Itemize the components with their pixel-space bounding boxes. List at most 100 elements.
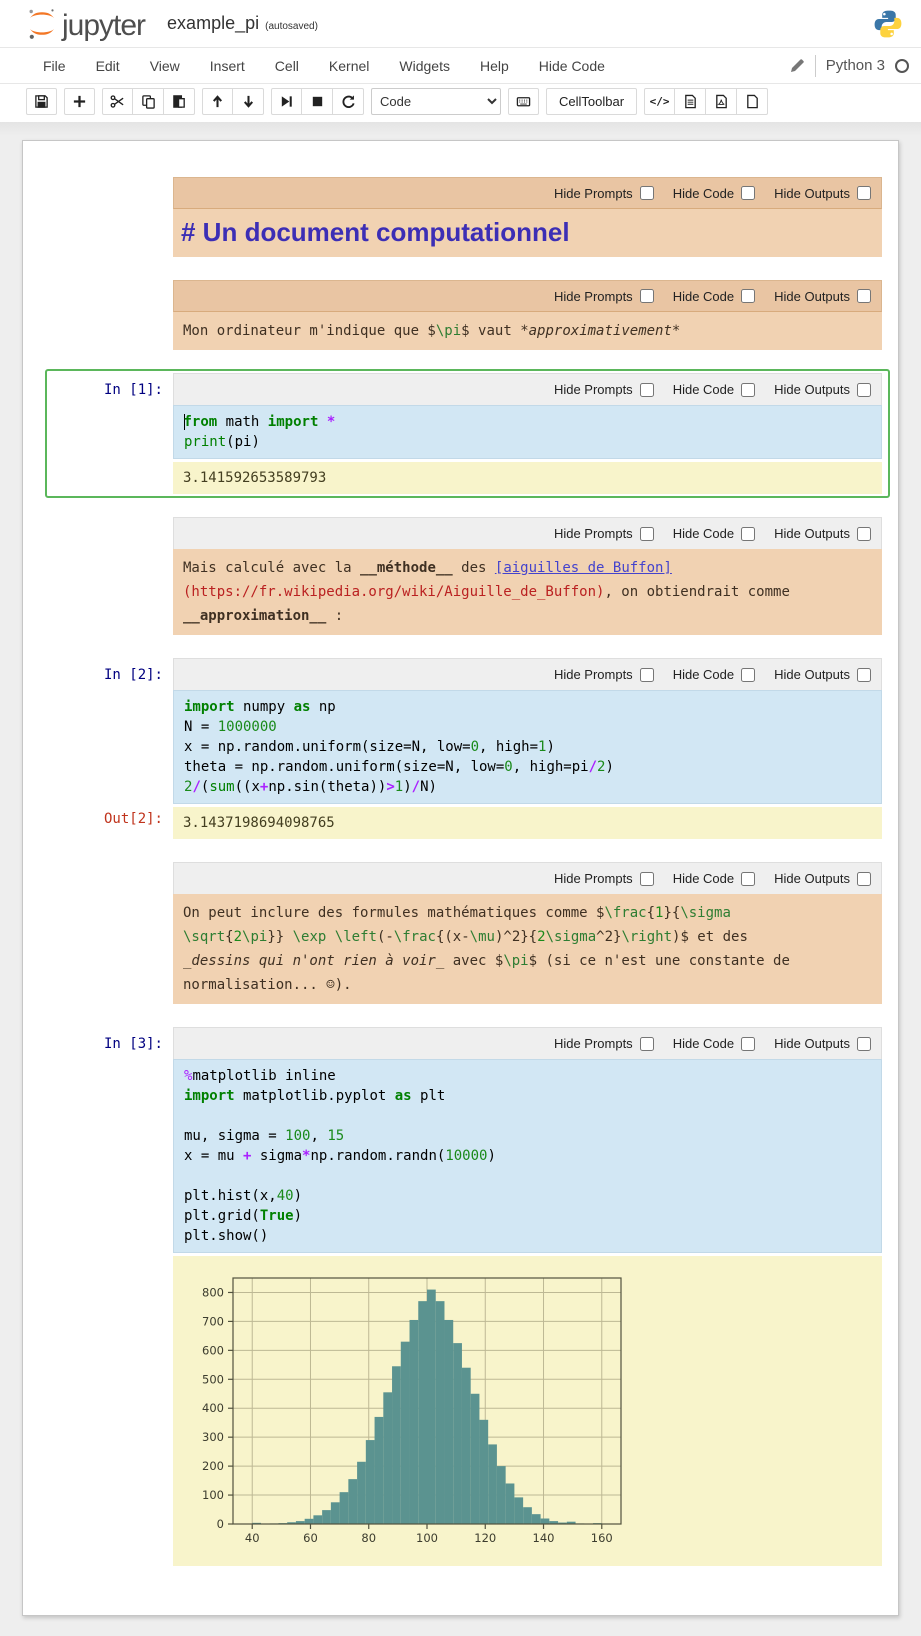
svg-text:140: 140	[533, 1531, 555, 1545]
hide-code-checkbox[interactable]	[741, 1037, 755, 1051]
menubar-right: Python 3	[789, 55, 909, 77]
celltoolbar-button[interactable]: CellToolbar	[546, 88, 637, 115]
autosave-status: (autosaved)	[265, 21, 318, 32]
file-pdf-button[interactable]	[706, 88, 737, 115]
hide-outputs-checkbox[interactable]	[857, 186, 871, 200]
hide-code-checkbox[interactable]	[741, 383, 755, 397]
cell-toolbar: Hide PromptsHide CodeHide Outputs	[173, 1027, 882, 1059]
hide-prompts-checkbox[interactable]	[640, 668, 654, 682]
move-down-icon	[241, 94, 256, 109]
hide-prompts-checkbox[interactable]	[640, 872, 654, 886]
jupyter-logo-icon	[26, 7, 58, 41]
hide-prompts-checkbox[interactable]	[640, 186, 654, 200]
cell-toolbar: Hide PromptsHide CodeHide Outputs	[173, 280, 882, 312]
cell-md-title[interactable]: Hide PromptsHide CodeHide Outputs# Un do…	[45, 173, 890, 261]
svg-text:100: 100	[416, 1531, 438, 1545]
svg-text:100: 100	[202, 1488, 224, 1502]
menu-help[interactable]: Help	[465, 50, 524, 82]
toolbar-group	[508, 88, 539, 115]
toolbar-group	[26, 88, 57, 115]
cell-code-3[interactable]: Hide PromptsHide CodeHide OutputsIn [3]:…	[45, 1023, 890, 1570]
stop-button[interactable]	[302, 88, 333, 115]
copy-button[interactable]	[133, 88, 164, 115]
save-button[interactable]	[26, 88, 57, 115]
cell-md-formules[interactable]: Hide PromptsHide CodeHide OutputsOn peut…	[45, 858, 890, 1008]
hide-code-checkbox[interactable]	[741, 527, 755, 541]
hide-outputs-checkbox[interactable]	[857, 383, 871, 397]
text-output: 3.141592653589793	[173, 462, 882, 494]
plot-output: 0100200300400500600700800406080100120140…	[173, 1256, 882, 1566]
menu-widgets[interactable]: Widgets	[384, 50, 465, 82]
hide-code-checkbox[interactable]	[741, 668, 755, 682]
hide-outputs-checkbox[interactable]	[857, 289, 871, 303]
cut-button[interactable]	[102, 88, 133, 115]
svg-text:0: 0	[217, 1517, 224, 1531]
markdown-editor[interactable]: On peut inclure des formules mathématiqu…	[173, 894, 882, 1004]
keyboard-button[interactable]	[508, 88, 539, 115]
menu-insert[interactable]: Insert	[195, 50, 260, 82]
markdown-editor[interactable]: Mon ordinateur m'indique que $\pi$ vaut …	[173, 312, 882, 350]
menu-hide-code[interactable]: Hide Code	[524, 50, 620, 82]
cell-code-2[interactable]: Hide PromptsHide CodeHide OutputsIn [2]:…	[45, 654, 890, 843]
svg-text:200: 200	[202, 1459, 224, 1473]
toolbar-group	[102, 88, 195, 115]
hide-outputs-checkbox[interactable]	[857, 668, 871, 682]
jupyter-logo[interactable]: jupyter	[26, 7, 145, 41]
code-editor[interactable]: %matplotlib inlineimport matplotlib.pypl…	[173, 1059, 882, 1253]
cell-type-select[interactable]: Code	[371, 88, 501, 115]
cut-icon	[110, 94, 125, 109]
file-blank-icon	[745, 94, 760, 109]
cell-list: Hide PromptsHide CodeHide Outputs# Un do…	[45, 173, 898, 1570]
menu-file[interactable]: File	[28, 50, 81, 82]
menu-view[interactable]: View	[135, 50, 195, 82]
cell-toolbar-label: Hide Outputs	[774, 667, 850, 682]
toolbar-group: </>	[644, 88, 768, 115]
hide-code-checkbox[interactable]	[741, 872, 755, 886]
histogram-figure: 0100200300400500600700800406080100120140…	[181, 1266, 831, 1546]
copy-icon	[141, 94, 156, 109]
menu-items: FileEditViewInsertCellKernelWidgetsHelpH…	[28, 50, 620, 82]
cell-code-1[interactable]: Hide PromptsHide CodeHide OutputsIn [1]:…	[45, 369, 890, 498]
hide-prompts-checkbox[interactable]	[640, 1037, 654, 1051]
svg-text:600: 600	[202, 1343, 224, 1357]
code-editor[interactable]: import numpy as npN = 1000000x = np.rand…	[173, 690, 882, 804]
hide-outputs-checkbox[interactable]	[857, 1037, 871, 1051]
code-editor[interactable]: from math import *print(pi)	[173, 405, 882, 459]
main-toolbar: Code CellToolbar </>	[0, 84, 921, 122]
notebook-title[interactable]: example_pi (autosaved)	[167, 13, 318, 34]
stop-icon	[310, 94, 325, 109]
file-blank-button[interactable]	[737, 88, 768, 115]
add-cell-button[interactable]	[64, 88, 95, 115]
jupyter-wordmark: jupyter	[62, 11, 145, 41]
toolbar-group	[64, 88, 95, 115]
hide-prompts-checkbox[interactable]	[640, 289, 654, 303]
cell-md-buffon[interactable]: Hide PromptsHide CodeHide OutputsMais ca…	[45, 513, 890, 639]
hide-code-checkbox[interactable]	[741, 186, 755, 200]
menu-cell[interactable]: Cell	[260, 50, 314, 82]
menu-edit[interactable]: Edit	[81, 50, 135, 82]
hide-prompts-checkbox[interactable]	[640, 527, 654, 541]
cell-toolbar-label: Hide Outputs	[774, 871, 850, 886]
kernel-status-icon	[895, 59, 909, 73]
move-up-button[interactable]	[202, 88, 233, 115]
cell-toolbar-label: Hide Code	[673, 289, 734, 304]
restart-button[interactable]	[333, 88, 364, 115]
toggle-code-button[interactable]: </>	[644, 88, 675, 115]
cell-md-intro[interactable]: Hide PromptsHide CodeHide OutputsMon ord…	[45, 276, 890, 354]
file-text-button[interactable]	[675, 88, 706, 115]
cell-toolbar-label: Hide Outputs	[774, 289, 850, 304]
menu-kernel[interactable]: Kernel	[314, 50, 384, 82]
hide-outputs-checkbox[interactable]	[857, 527, 871, 541]
cell-toolbar-label: Hide Prompts	[554, 667, 633, 682]
markdown-editor[interactable]: Mais calculé avec la __méthode__ des [ai…	[173, 549, 882, 635]
paste-button[interactable]	[164, 88, 195, 115]
run-button[interactable]	[271, 88, 302, 115]
move-down-button[interactable]	[233, 88, 264, 115]
markdown-editor[interactable]: # Un document computationnel	[173, 209, 882, 257]
hide-prompts-checkbox[interactable]	[640, 383, 654, 397]
input-prompt: In [3]:	[49, 1027, 173, 1253]
hide-outputs-checkbox[interactable]	[857, 872, 871, 886]
menu-bar: FileEditViewInsertCellKernelWidgetsHelpH…	[0, 48, 921, 84]
edit-mode-pencil-icon	[789, 58, 805, 74]
hide-code-checkbox[interactable]	[741, 289, 755, 303]
